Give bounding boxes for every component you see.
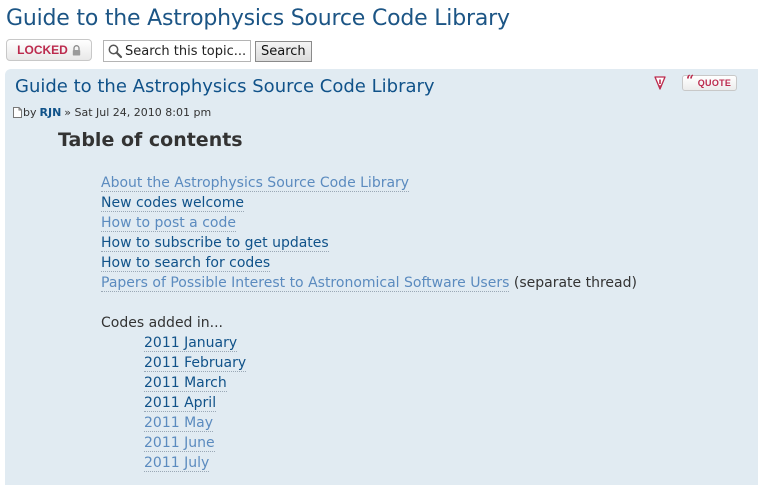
toc-item: About the Astrophysics Source Code Libra…	[101, 173, 637, 193]
toc-link-new-codes[interactable]: New codes welcome	[101, 195, 244, 212]
list-item: 2011 February	[144, 353, 247, 373]
author-link[interactable]: RJN	[40, 106, 62, 119]
toc-link-post-code[interactable]: How to post a code	[101, 215, 236, 232]
search-box	[103, 40, 251, 62]
toc-list: About the Astrophysics Source Code Libra…	[101, 173, 637, 293]
document-icon	[13, 107, 22, 118]
list-item: 2011 April	[144, 393, 246, 413]
quote-icon: “	[686, 73, 695, 89]
lock-icon	[72, 44, 81, 56]
quote-label: QUOTE	[697, 78, 732, 88]
toc-item: How to search for codes	[101, 253, 637, 273]
month-list: 2011 January 2011 February 2011 March 20…	[144, 333, 247, 473]
month-link-may[interactable]: 2011 May	[144, 415, 214, 432]
report-warning-icon[interactable]	[652, 75, 668, 91]
toc-item: New codes welcome	[101, 193, 637, 213]
magnifier-icon	[108, 44, 123, 59]
list-item: 2011 July	[144, 453, 246, 473]
post-meta: by RJN » Sat Jul 24, 2010 8:01 pm	[13, 106, 211, 119]
toc-item: How to subscribe to get updates	[101, 233, 637, 253]
month-link-january[interactable]: 2011 January	[144, 335, 238, 352]
locked-button[interactable]: LOCKED	[6, 39, 92, 61]
codes-added-label: Codes added in...	[101, 315, 224, 331]
toc-item: Papers of Possible Interest to Astronomi…	[101, 273, 637, 293]
list-item: 2011 June	[144, 433, 246, 453]
toc-note: (separate thread)	[513, 275, 637, 291]
page-title: Guide to the Astrophysics Source Code Li…	[6, 6, 510, 31]
toc-link-search[interactable]: How to search for codes	[101, 255, 271, 272]
month-link-march[interactable]: 2011 March	[144, 375, 227, 392]
search-button[interactable]: Search	[255, 41, 312, 62]
post-container: Guide to the Astrophysics Source Code Li…	[5, 69, 758, 485]
search-input[interactable]	[123, 43, 247, 59]
meta-prefix: by	[23, 106, 37, 119]
toc-link-subscribe[interactable]: How to subscribe to get updates	[101, 235, 329, 252]
toc-heading: Table of contents	[58, 129, 243, 151]
post-title[interactable]: Guide to the Astrophysics Source Code Li…	[15, 76, 435, 97]
list-item: 2011 May	[144, 413, 246, 433]
quote-button[interactable]: “ QUOTE	[682, 73, 737, 91]
list-item: 2011 March	[144, 373, 246, 393]
toc-item: How to post a code	[101, 213, 637, 233]
post-date: » Sat Jul 24, 2010 8:01 pm	[64, 106, 212, 119]
month-link-july[interactable]: 2011 July	[144, 455, 210, 472]
list-item: 2011 January	[144, 333, 246, 353]
locked-label: LOCKED	[17, 43, 68, 57]
month-link-april[interactable]: 2011 April	[144, 395, 217, 412]
toc-link-about[interactable]: About the Astrophysics Source Code Libra…	[101, 175, 410, 192]
toc-link-papers[interactable]: Papers of Possible Interest to Astronomi…	[101, 275, 510, 292]
month-link-february[interactable]: 2011 February	[144, 355, 247, 372]
month-link-june[interactable]: 2011 June	[144, 435, 215, 452]
